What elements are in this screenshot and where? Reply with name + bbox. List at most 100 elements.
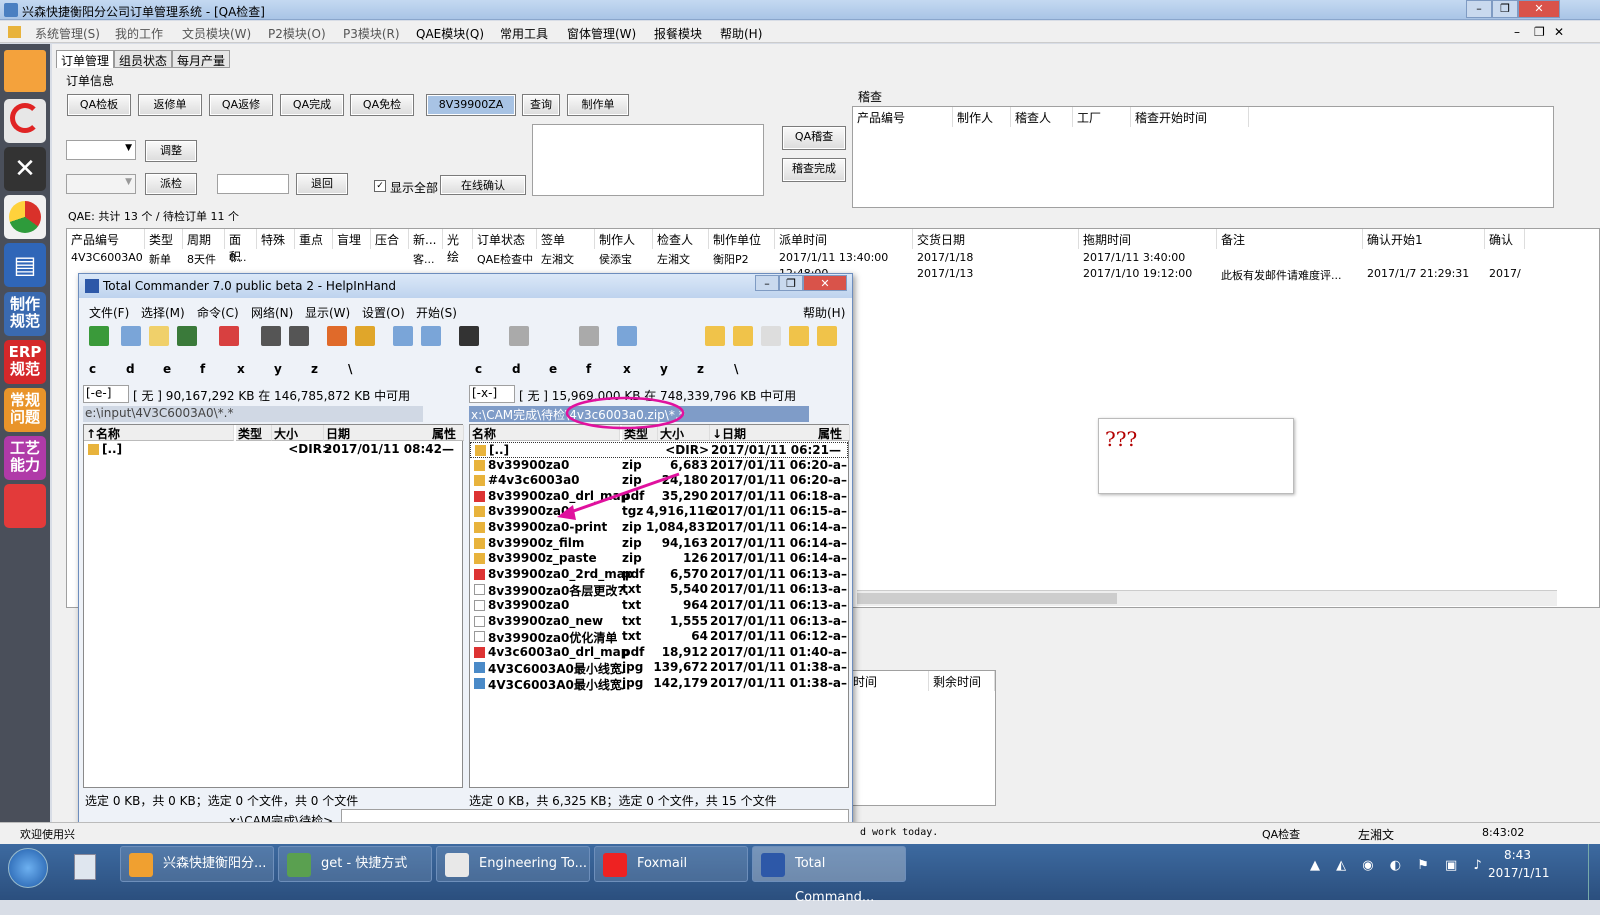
maximize-button[interactable]: ❐ bbox=[1492, 0, 1518, 18]
order-col-header[interactable]: 确认开始1 bbox=[1363, 229, 1485, 249]
show-all-checkbox[interactable]: ✓ bbox=[374, 180, 386, 192]
mdi-minimize[interactable]: – bbox=[1514, 25, 1520, 39]
order-cell[interactable]: 此板有发邮件请难度评... bbox=[1217, 267, 1363, 283]
order-cell[interactable]: 4V3C6003A0 bbox=[67, 251, 145, 264]
order-cell[interactable]: 2017/1/18 bbox=[913, 251, 1079, 264]
taskbar-item-label[interactable]: get - 快捷方式 bbox=[321, 856, 407, 871]
taskbar-item[interactable]: get - 快捷方式 bbox=[278, 846, 432, 882]
order-col-header[interactable]: 类型 bbox=[145, 229, 183, 249]
taskbar-app-icon[interactable] bbox=[129, 853, 153, 877]
order-col-header[interactable]: 制作人 bbox=[595, 229, 653, 249]
taskbar-item-label[interactable]: 兴森快捷衡阳分... bbox=[163, 856, 266, 871]
menu-qae[interactable]: QAE模块(Q) bbox=[416, 25, 484, 42]
taskbar-app-icon[interactable] bbox=[287, 853, 311, 877]
menu-p3[interactable]: P3模块(R) bbox=[343, 25, 400, 42]
clock-time[interactable]: 8:43 bbox=[1504, 848, 1531, 862]
taskbar-item[interactable]: 兴森快捷衡阳分... bbox=[120, 846, 274, 882]
order-cell[interactable]: 左湘文 bbox=[537, 251, 595, 267]
close-button[interactable]: ✕ bbox=[1518, 0, 1560, 18]
tab-member-status[interactable]: 组员状态 bbox=[114, 50, 173, 68]
adjust-button[interactable]: 调整 bbox=[145, 140, 197, 162]
start-button[interactable] bbox=[8, 848, 48, 888]
order-cell[interactable]: 侯添宝 bbox=[595, 251, 653, 267]
qa-done-button[interactable]: QA完成 bbox=[280, 94, 344, 116]
back-button[interactable]: 退回 bbox=[296, 173, 348, 195]
sidebar-common-issue[interactable]: 常规 问题 bbox=[4, 388, 46, 432]
sidebar-erp-spec[interactable]: ERP 规范 bbox=[4, 340, 46, 384]
qa-audit-button[interactable]: QA稽查 bbox=[782, 126, 846, 150]
order-cell[interactable]: 8天件 bbox=[183, 251, 225, 267]
order-col-header[interactable]: 压合 bbox=[371, 229, 409, 249]
order-col-header[interactable]: 派单时间 bbox=[775, 229, 913, 249]
order-col-header[interactable]: 拖期时间 bbox=[1079, 229, 1217, 249]
order-col-header[interactable]: 新... bbox=[409, 229, 443, 249]
qa-exempt-button[interactable]: QA免检 bbox=[350, 94, 414, 116]
save-icon[interactable]: ▤ bbox=[4, 243, 46, 287]
order-col-header[interactable]: 面积 bbox=[225, 229, 257, 264]
order-col-header[interactable]: 检查人 bbox=[653, 229, 709, 249]
menu-meal[interactable]: 报餐模块 bbox=[654, 25, 702, 42]
menu-tools[interactable]: 常用工具 bbox=[500, 25, 548, 42]
menu-my-work[interactable]: 我的工作 bbox=[115, 25, 163, 42]
dispatch-select[interactable]: ▼ bbox=[66, 174, 136, 194]
query-button[interactable]: 查询 bbox=[522, 94, 560, 116]
quicklaunch-calc-icon[interactable] bbox=[74, 854, 96, 880]
order-cell[interactable]: 0... bbox=[225, 251, 257, 264]
mdi-restore[interactable]: ❐ bbox=[1534, 25, 1545, 39]
taskbar-app-icon[interactable] bbox=[603, 853, 627, 877]
order-col-header[interactable]: 确认 bbox=[1485, 229, 1525, 249]
sidebar-process-capability[interactable]: 工艺 能力 bbox=[4, 436, 46, 480]
sidebar-make-spec[interactable]: 制作 规范 bbox=[4, 292, 46, 336]
menu-clerk[interactable]: 文员模块(W) bbox=[182, 25, 251, 42]
qa-return-button[interactable]: QA返修 bbox=[209, 94, 273, 116]
order-col-header[interactable]: 订单状态 bbox=[473, 229, 537, 249]
taskbar-app-icon[interactable] bbox=[445, 853, 469, 877]
order-cell[interactable]: 2017/1/11 3:40:00 bbox=[1079, 251, 1217, 264]
order-col-header[interactable]: 特殊 bbox=[257, 229, 295, 249]
online-confirm-button[interactable]: 在线确认 bbox=[440, 175, 526, 195]
sidebar-tile-orange[interactable] bbox=[4, 50, 46, 92]
return-repair-button[interactable]: 返修单 bbox=[138, 94, 202, 116]
order-col-header[interactable]: 重点 bbox=[295, 229, 333, 249]
order-cell[interactable]: 衡阳P2 bbox=[709, 251, 775, 267]
order-cell[interactable]: 2017/1/7 21:29:31 bbox=[1363, 267, 1485, 280]
order-grid-hscroll[interactable] bbox=[857, 590, 1557, 606]
adjust-select[interactable]: ▼ bbox=[66, 140, 136, 160]
order-col-header[interactable]: 周期 bbox=[183, 229, 225, 249]
order-col-header[interactable]: 盲埋 bbox=[333, 229, 371, 249]
qa-check-button[interactable]: QA检板 bbox=[67, 94, 131, 116]
order-col-header[interactable]: 光绘 bbox=[443, 229, 473, 264]
taskbar-item-label[interactable]: Total Command... bbox=[795, 856, 874, 905]
order-cell[interactable]: 2017/1/11 13:40:00 bbox=[775, 251, 913, 264]
foxmail-icon[interactable] bbox=[4, 99, 46, 143]
taskbar-app-icon[interactable] bbox=[761, 853, 785, 877]
order-cell[interactable]: 2017/ bbox=[1485, 267, 1525, 280]
taskbar-item[interactable]: Engineering To... bbox=[436, 846, 590, 882]
tab-order-management[interactable]: 订单管理 bbox=[56, 50, 115, 68]
dispatch-button[interactable]: 派检 bbox=[145, 173, 197, 195]
minimize-button[interactable]: – bbox=[1466, 0, 1492, 18]
order-cell[interactable]: QAE检查中 bbox=[473, 251, 537, 267]
audit-done-button[interactable]: 稽查完成 bbox=[782, 158, 846, 182]
menu-system[interactable]: 系统管理(S) bbox=[35, 25, 100, 42]
back-input[interactable] bbox=[217, 174, 289, 194]
tab-monthly-output[interactable]: 每月产量 bbox=[172, 50, 231, 68]
taskbar-item-label[interactable]: Engineering To... bbox=[479, 856, 587, 871]
taskbar-item-label[interactable]: Foxmail bbox=[637, 856, 687, 871]
tools-icon[interactable]: ✕ bbox=[4, 147, 46, 191]
memo-box[interactable] bbox=[532, 124, 764, 196]
make-order-button[interactable]: 制作单 bbox=[567, 94, 629, 116]
menu-window[interactable]: 窗体管理(W) bbox=[567, 25, 636, 42]
part-code-field[interactable]: 8V39900ZA bbox=[426, 94, 516, 116]
order-col-header[interactable]: 备注 bbox=[1217, 229, 1363, 249]
order-col-header[interactable]: 制作单位 bbox=[709, 229, 775, 249]
order-cell[interactable]: 2017/1/10 19:12:00 bbox=[1079, 267, 1217, 280]
taskbar-item[interactable]: Total Command... bbox=[752, 846, 906, 905]
menu-p2[interactable]: P2模块(O) bbox=[268, 25, 326, 42]
menu-help[interactable]: 帮助(H) bbox=[720, 25, 762, 42]
order-col-header[interactable]: 签单 bbox=[537, 229, 595, 249]
order-col-header[interactable]: 交货日期 bbox=[913, 229, 1079, 249]
order-col-header[interactable]: 产品编号 bbox=[67, 229, 145, 249]
sidebar-misc-icon[interactable] bbox=[4, 484, 46, 528]
order-cell[interactable]: 2017/1/13 bbox=[913, 267, 1079, 280]
